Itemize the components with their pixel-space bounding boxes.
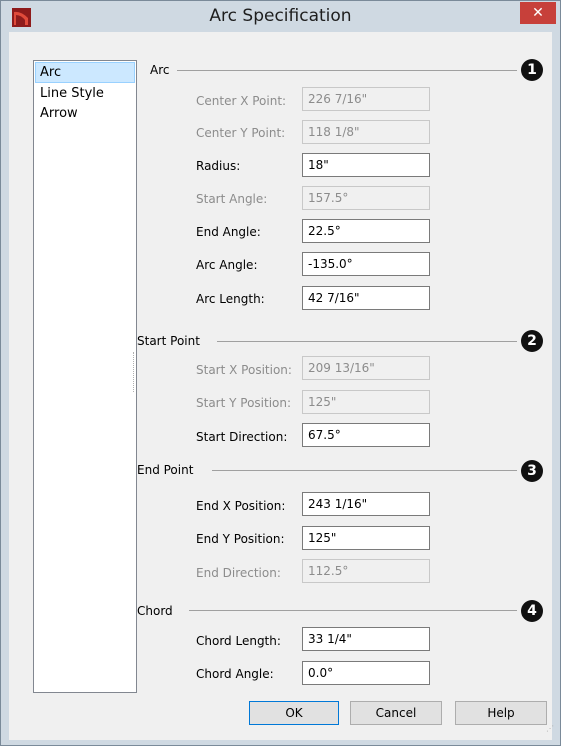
callout-badge-1: 1 xyxy=(521,59,543,81)
section-title-arc: Arc xyxy=(150,63,170,77)
arc-length-label: Arc Length: xyxy=(196,292,265,306)
end-x-label: End X Position: xyxy=(196,499,286,513)
start-x-label: Start X Position: xyxy=(196,363,292,377)
section-divider xyxy=(177,70,517,71)
nav-item-arc[interactable]: Arc xyxy=(35,62,135,83)
chord-angle-label: Chord Angle: xyxy=(196,667,274,681)
radius-label: Radius: xyxy=(196,159,241,173)
center-x-label: Center X Point: xyxy=(196,94,287,108)
chord-length-label: Chord Length: xyxy=(196,634,281,648)
section-divider xyxy=(212,470,517,471)
radius-field[interactable]: 18" xyxy=(302,153,430,177)
start-angle-field: 157.5° xyxy=(302,186,430,210)
end-direction-field: 112.5° xyxy=(302,559,430,583)
center-x-field: 226 7/16" xyxy=(302,87,430,111)
end-y-label: End Y Position: xyxy=(196,532,285,546)
callout-badge-2: 2 xyxy=(521,330,543,352)
arc-angle-label: Arc Angle: xyxy=(196,258,258,272)
end-angle-label: End Angle: xyxy=(196,225,261,239)
help-button[interactable]: Help xyxy=(455,701,547,725)
start-direction-field[interactable]: 67.5° xyxy=(302,423,430,447)
close-button[interactable]: ✕ xyxy=(520,2,556,24)
start-y-field: 125" xyxy=(302,390,430,414)
start-y-label: Start Y Position: xyxy=(196,396,292,410)
dialog-client-area: Arc Line Style Arrow Arc 1 Center X Poin… xyxy=(9,32,552,740)
panel-splitter[interactable] xyxy=(133,352,136,392)
section-title-end-point: End Point xyxy=(137,463,194,477)
chord-length-field[interactable]: 33 1/4" xyxy=(302,627,430,651)
chord-angle-field[interactable]: 0.0° xyxy=(302,661,430,685)
dialog-window: Arc Specification ✕ Arc Line Style Arrow… xyxy=(0,0,561,746)
section-title-chord: Chord xyxy=(137,604,173,618)
section-divider xyxy=(189,610,517,611)
end-direction-label: End Direction: xyxy=(196,566,281,580)
arc-angle-field[interactable]: -135.0° xyxy=(302,252,430,276)
close-icon: ✕ xyxy=(532,5,544,21)
cancel-button[interactable]: Cancel xyxy=(350,701,442,725)
category-list[interactable]: Arc Line Style Arrow xyxy=(33,60,137,693)
callout-badge-3: 3 xyxy=(521,460,543,482)
end-angle-field[interactable]: 22.5° xyxy=(302,219,430,243)
callout-badge-4: 4 xyxy=(521,600,543,622)
start-angle-label: Start Angle: xyxy=(196,192,268,206)
arc-length-field[interactable]: 42 7/16" xyxy=(302,286,430,310)
resize-grip-icon[interactable]: ⋰ xyxy=(546,725,556,737)
end-x-field[interactable]: 243 1/16" xyxy=(302,492,430,516)
center-y-field: 118 1/8" xyxy=(302,120,430,144)
nav-item-arrow[interactable]: Arrow xyxy=(36,104,134,123)
section-title-start-point: Start Point xyxy=(137,334,200,348)
end-y-field[interactable]: 125" xyxy=(302,526,430,550)
start-x-field: 209 13/16" xyxy=(302,356,430,380)
start-direction-label: Start Direction: xyxy=(196,430,288,444)
ok-button[interactable]: OK xyxy=(249,701,339,725)
nav-item-line-style[interactable]: Line Style xyxy=(36,84,134,103)
section-divider xyxy=(217,341,517,342)
center-y-label: Center Y Point: xyxy=(196,126,286,140)
window-title: Arc Specification xyxy=(209,6,352,26)
title-bar[interactable]: Arc Specification ✕ xyxy=(1,1,560,32)
